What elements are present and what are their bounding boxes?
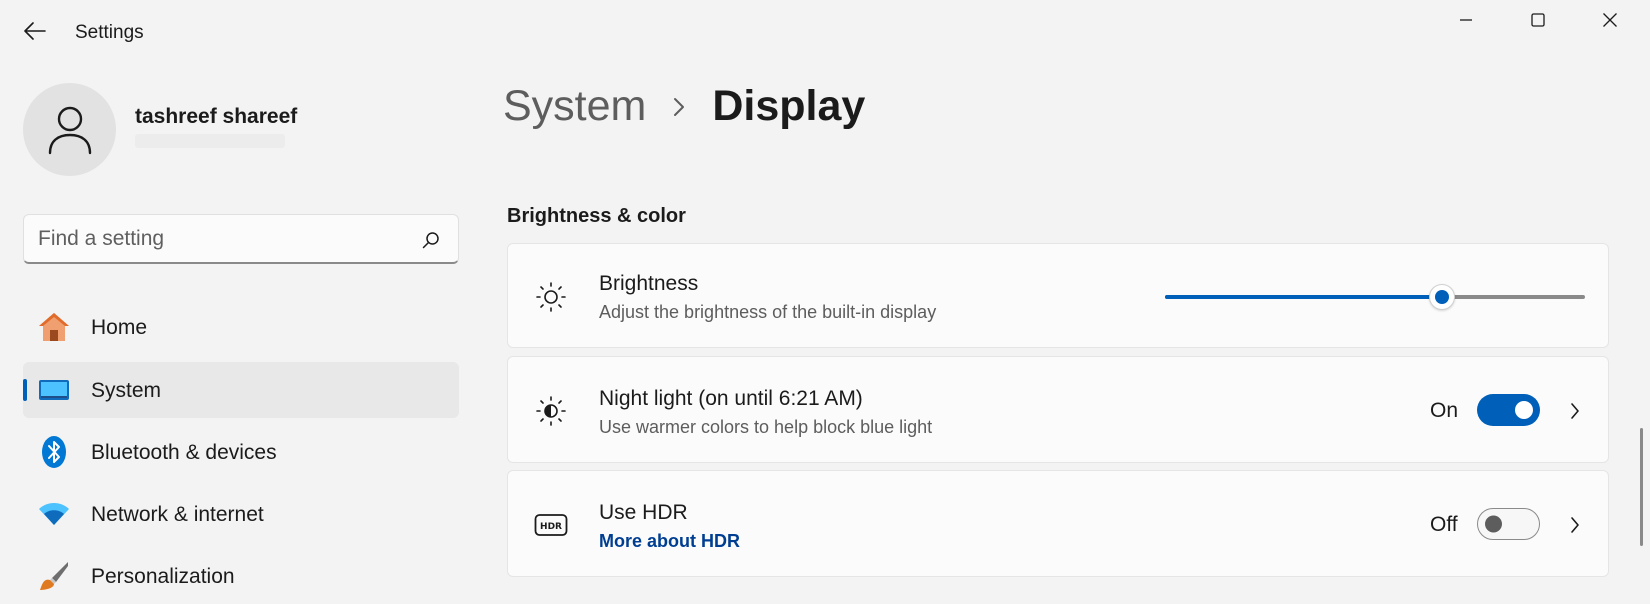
breadcrumb: System Display [503,82,865,131]
wifi-icon [37,497,71,531]
sidebar-item-label: Network & internet [91,503,264,526]
sun-icon [534,280,568,314]
sidebar-item-label: Bluetooth & devices [91,441,277,464]
search-input[interactable] [38,223,408,255]
toggle-knob [1485,515,1502,533]
more-about-hdr-link[interactable]: More about HDR [599,531,740,552]
brightness-slider[interactable] [1165,284,1585,310]
sidebar-item-home[interactable]: Home [23,299,459,355]
system-icon [37,373,71,407]
sidebar-item-personalization[interactable]: Personalization [23,548,459,604]
night-light-icon [534,394,568,428]
profile-email-redacted [135,134,285,148]
maximize-icon [1531,13,1545,27]
app-title: Settings [75,22,144,43]
hdr-toggle[interactable] [1477,508,1540,540]
close-button[interactable] [1574,0,1646,40]
back-button[interactable] [18,14,52,48]
title-bar: Settings [0,0,1650,60]
profile-name: tashreef shareef [135,105,298,128]
chevron-right-icon[interactable] [1565,399,1585,423]
scrollbar[interactable] [1640,428,1643,546]
sidebar-item-system[interactable]: System [23,362,459,418]
brightness-card: Brightness Adjust the brightness of the … [507,243,1609,348]
night-light-state: On [1430,399,1459,422]
back-arrow-icon [24,22,46,40]
brush-icon [37,559,71,593]
hdr-card[interactable]: HDR Use HDR More about HDR Off [507,470,1609,577]
hdr-title: Use HDR [599,501,688,524]
night-light-subtitle: Use warmer colors to help block blue lig… [599,417,933,437]
night-light-toggle[interactable] [1477,394,1540,426]
minimize-button[interactable] [1430,0,1502,40]
chevron-right-icon[interactable] [1565,513,1585,537]
maximize-button[interactable] [1502,0,1574,40]
breadcrumb-parent[interactable]: System [503,82,646,131]
selection-indicator [23,379,27,401]
brightness-subtitle: Adjust the brightness of the built-in di… [599,302,937,322]
search-box[interactable] [23,214,459,264]
night-light-card[interactable]: Night light (on until 6:21 AM) Use warme… [507,356,1609,463]
search-icon[interactable] [420,229,442,251]
avatar[interactable] [23,83,116,176]
bluetooth-icon [37,435,71,469]
svg-text:HDR: HDR [540,522,562,532]
user-icon [48,106,91,154]
chevron-right-icon [672,96,686,118]
sidebar-item-label: Personalization [91,565,235,588]
sidebar-item-bluetooth[interactable]: Bluetooth & devices [23,424,459,480]
sidebar-item-label: System [91,379,162,402]
close-icon [1603,13,1617,27]
minimize-icon [1460,19,1472,21]
brightness-title: Brightness [599,272,699,295]
sidebar-item-network[interactable]: Network & internet [23,486,459,542]
hdr-icon: HDR [534,508,568,542]
night-light-title: Night light (on until 6:21 AM) [599,387,863,410]
slider-fill [1165,295,1443,299]
section-title: Brightness & color [507,205,686,227]
home-icon [37,310,71,344]
slider-thumb[interactable] [1429,284,1456,310]
page-title: Display [712,82,866,130]
sidebar-item-label: Home [91,316,148,339]
hdr-state: Off [1430,513,1458,536]
toggle-knob [1515,401,1533,419]
